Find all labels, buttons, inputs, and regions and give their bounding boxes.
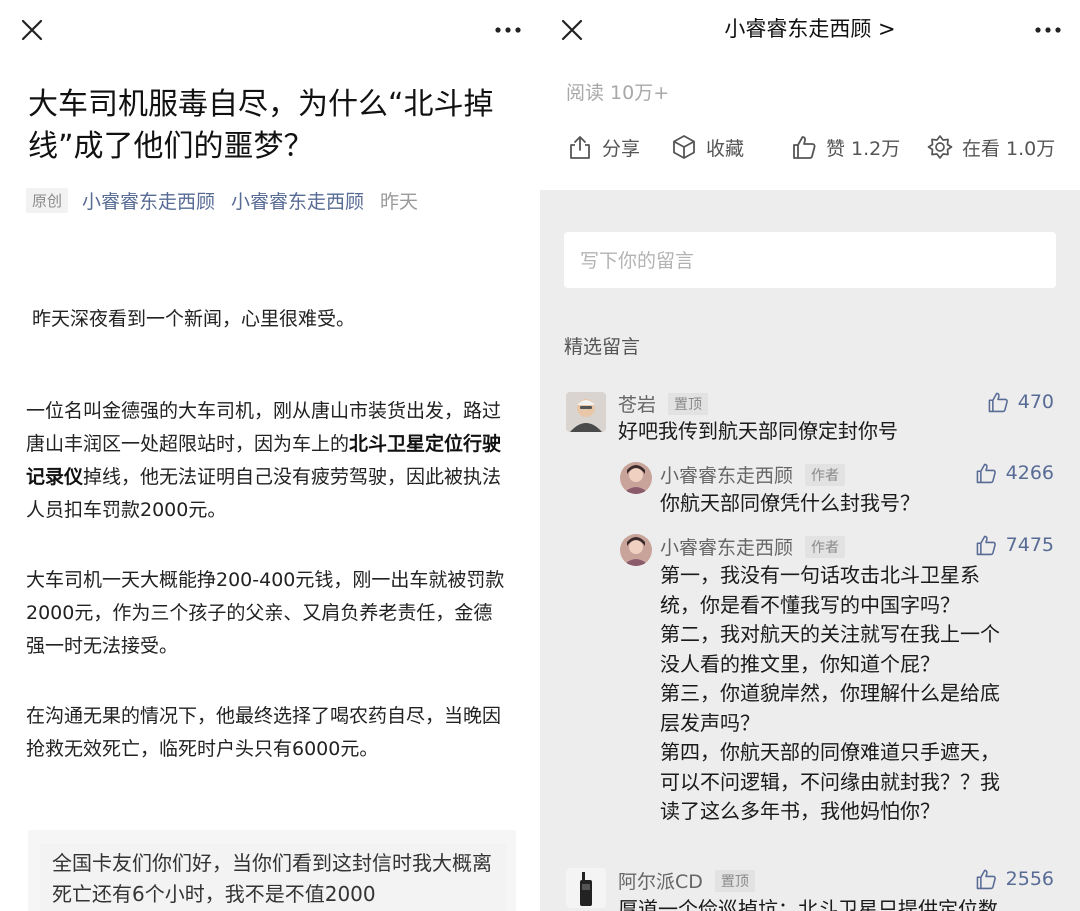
reply-text: 你航天部同僚凭什么封我号？	[660, 491, 920, 515]
comment-author[interactable]: 苍岩 置顶	[618, 390, 709, 417]
paragraph-2: 一位名叫金德强的大车司机，刚从唐山市装货出发，路过唐山丰润区一处超限站时，因为车…	[26, 395, 510, 527]
comment-like-count: 470	[1017, 391, 1054, 413]
publish-date: 昨天	[380, 190, 419, 213]
thumbs-up-icon	[976, 535, 996, 556]
author-tag: 作者	[805, 464, 846, 486]
comment-like-count: 2556	[1005, 868, 1054, 890]
thumbs-up-icon	[976, 869, 996, 890]
comment-like-button[interactable]: 470	[986, 390, 1054, 414]
watching-button[interactable]: 在看 1.0万	[926, 128, 1055, 166]
pinned-tag: 置顶	[714, 870, 755, 892]
thumbs-up-icon	[793, 136, 816, 159]
reply-like-button[interactable]: 4266	[974, 461, 1054, 485]
article-top-bar	[0, 0, 540, 60]
avatar[interactable]	[620, 534, 652, 566]
reply-line: 层发声吗？	[660, 710, 760, 735]
comment-like-button[interactable]: 2556	[974, 867, 1054, 891]
author-link[interactable]: 小睿睿东走西顾	[82, 187, 215, 214]
account-title-link[interactable]: 小睿睿东走西顾 >	[540, 14, 1080, 44]
share-icon	[570, 136, 590, 159]
pinned-tag: 置顶	[668, 393, 709, 415]
original-tag: 原创	[26, 187, 69, 213]
comment-author-name[interactable]: 苍岩	[618, 394, 656, 416]
avatar[interactable]	[566, 392, 606, 432]
reply-like-count: 7475	[1005, 534, 1054, 556]
reply-like-button[interactable]: 7475	[974, 533, 1054, 557]
reply-author-name[interactable]: 小睿睿东走西顾	[660, 465, 793, 487]
article-meta: 原创 小睿睿东走西顾 小睿睿东走西顾 昨天	[26, 186, 418, 214]
avatar[interactable]	[566, 868, 606, 908]
share-label: 分享	[602, 137, 641, 160]
quote-block: 全国卡友们你们好，当你们看到这封信时我大概离死亡还有6个小时，我不是不值2000	[28, 830, 516, 911]
paragraph-4: 在沟通无果的情况下，他最终选择了喝农药自尽，当晚因抢救无效死亡，临死时户头只有6…	[26, 705, 502, 760]
article-title: 大车司机服毒自尽，为什么“北斗掉线”成了他们的噩梦？	[28, 87, 494, 164]
paragraph-1: 昨天深夜看到一个新闻，心里很难受。	[32, 308, 356, 330]
paragraph-3: 大车司机一天大概能挣200-400元钱，刚一出车就被罚款2000元，作为三个孩子…	[26, 569, 505, 657]
author-tag: 作者	[805, 536, 846, 558]
comment-text: 厚道一个俭巡掉坑：北斗卫星只提供定位数	[618, 897, 998, 911]
collect-button[interactable]: 收藏	[670, 128, 744, 166]
close-icon[interactable]	[14, 12, 50, 48]
reply-line: 没人看的推文里，你知道个屁？	[660, 651, 940, 676]
like-label: 赞 1.2万	[826, 137, 901, 160]
comment-section: 写下你的留言 精选留言 苍岩 置顶 470 好吧我传到航天部同僚定封你号 小睿睿东…	[540, 190, 1080, 911]
reply-line: 统，你是看不懂我写的中国字吗？	[660, 592, 960, 617]
reply-like-count: 4266	[1005, 462, 1054, 484]
watching-label: 在看 1.0万	[962, 137, 1056, 160]
share-button[interactable]: 分享	[566, 128, 640, 166]
like-button[interactable]: 赞 1.2万	[790, 128, 900, 166]
reply-line: 可以不问逻辑，不问缘由就封我？？我	[660, 769, 1000, 794]
reply-line: 第一，我没有一句话攻击北斗卫星系	[660, 563, 980, 587]
watching-flower-icon	[927, 135, 953, 159]
reply-line: 第四，你航天部的同僚难道只手遮天，	[660, 740, 1000, 764]
account-link[interactable]: 小睿睿东走西顾	[231, 187, 364, 214]
comment-author[interactable]: 阿尔派CD 置顶	[618, 867, 755, 894]
thumbs-up-icon	[976, 463, 996, 484]
action-bar: 分享 收藏 赞 1.2万 在看 1.0万	[566, 128, 1066, 166]
comment-author-name[interactable]: 阿尔派CD	[618, 871, 703, 893]
collect-label: 收藏	[706, 137, 745, 160]
featured-comments-label: 精选留言	[564, 336, 641, 358]
reply-author[interactable]: 小睿睿东走西顾 作者	[660, 461, 846, 488]
thumbs-up-icon	[988, 392, 1008, 413]
cube-icon	[673, 135, 695, 159]
comment-text: 好吧我传到航天部同僚定封你号	[618, 419, 898, 443]
comment-input[interactable]: 写下你的留言	[564, 232, 1056, 288]
paragraph-2-text-end: 掉线，他无法证明自己没有疲劳驾驶，因此被执法人员扣车罚款2000元。	[26, 466, 502, 521]
comments-top-bar: 小睿睿东走西顾 >	[540, 0, 1080, 60]
more-options-icon[interactable]	[1030, 12, 1066, 48]
reply-line: 第二，我对航天的关注就写在我上一个	[660, 622, 1000, 646]
avatar[interactable]	[620, 462, 652, 494]
reply-line: 读了这么多年书，我他妈怕你？	[660, 799, 940, 823]
reply-text-long: 第一，我没有一句话攻击北斗卫星系 统，你是看不懂我写的中国字吗？ 第二，我对航天…	[660, 561, 1060, 827]
read-count: 阅读 10万+	[566, 82, 670, 104]
reply-line: 第三，你道貌岸然，你理解什么是给底	[660, 681, 1000, 705]
reply-author-name[interactable]: 小睿睿东走西顾	[660, 537, 793, 559]
article-panel: 大车司机服毒自尽，为什么“北斗掉线”成了他们的噩梦？ 原创 小睿睿东走西顾 小睿…	[0, 0, 540, 911]
reply-author[interactable]: 小睿睿东走西顾 作者	[660, 533, 846, 560]
quote-text: 全国卡友们你们好，当你们看到这封信时我大概离死亡还有6个小时，我不是不值2000	[40, 844, 506, 911]
more-options-icon[interactable]	[490, 12, 526, 48]
comments-panel: 小睿睿东走西顾 > 阅读 10万+ 分享 收藏 赞 1.2万 在看 1.0万 写…	[540, 0, 1080, 911]
